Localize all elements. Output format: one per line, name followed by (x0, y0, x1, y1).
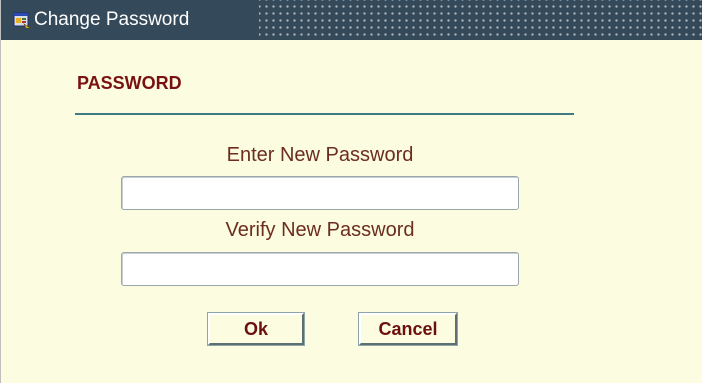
section-heading: PASSWORD (77, 73, 182, 93)
verify-password-field[interactable] (121, 252, 519, 286)
verify-password-label: Verify New Password (225, 219, 415, 241)
title-area: Change Password (1, 0, 259, 40)
change-password-window: Change Password PASSWORD Enter New Passw… (0, 0, 702, 383)
section-divider (75, 113, 574, 115)
app-window-icon[interactable] (13, 11, 31, 29)
ok-button[interactable]: Ok (207, 312, 305, 346)
window-title: Change Password (34, 9, 190, 30)
new-password-field[interactable] (121, 176, 519, 210)
cancel-button[interactable]: Cancel (358, 312, 458, 346)
titlebar[interactable]: Change Password (1, 0, 702, 40)
new-password-label: Enter New Password (226, 144, 414, 166)
